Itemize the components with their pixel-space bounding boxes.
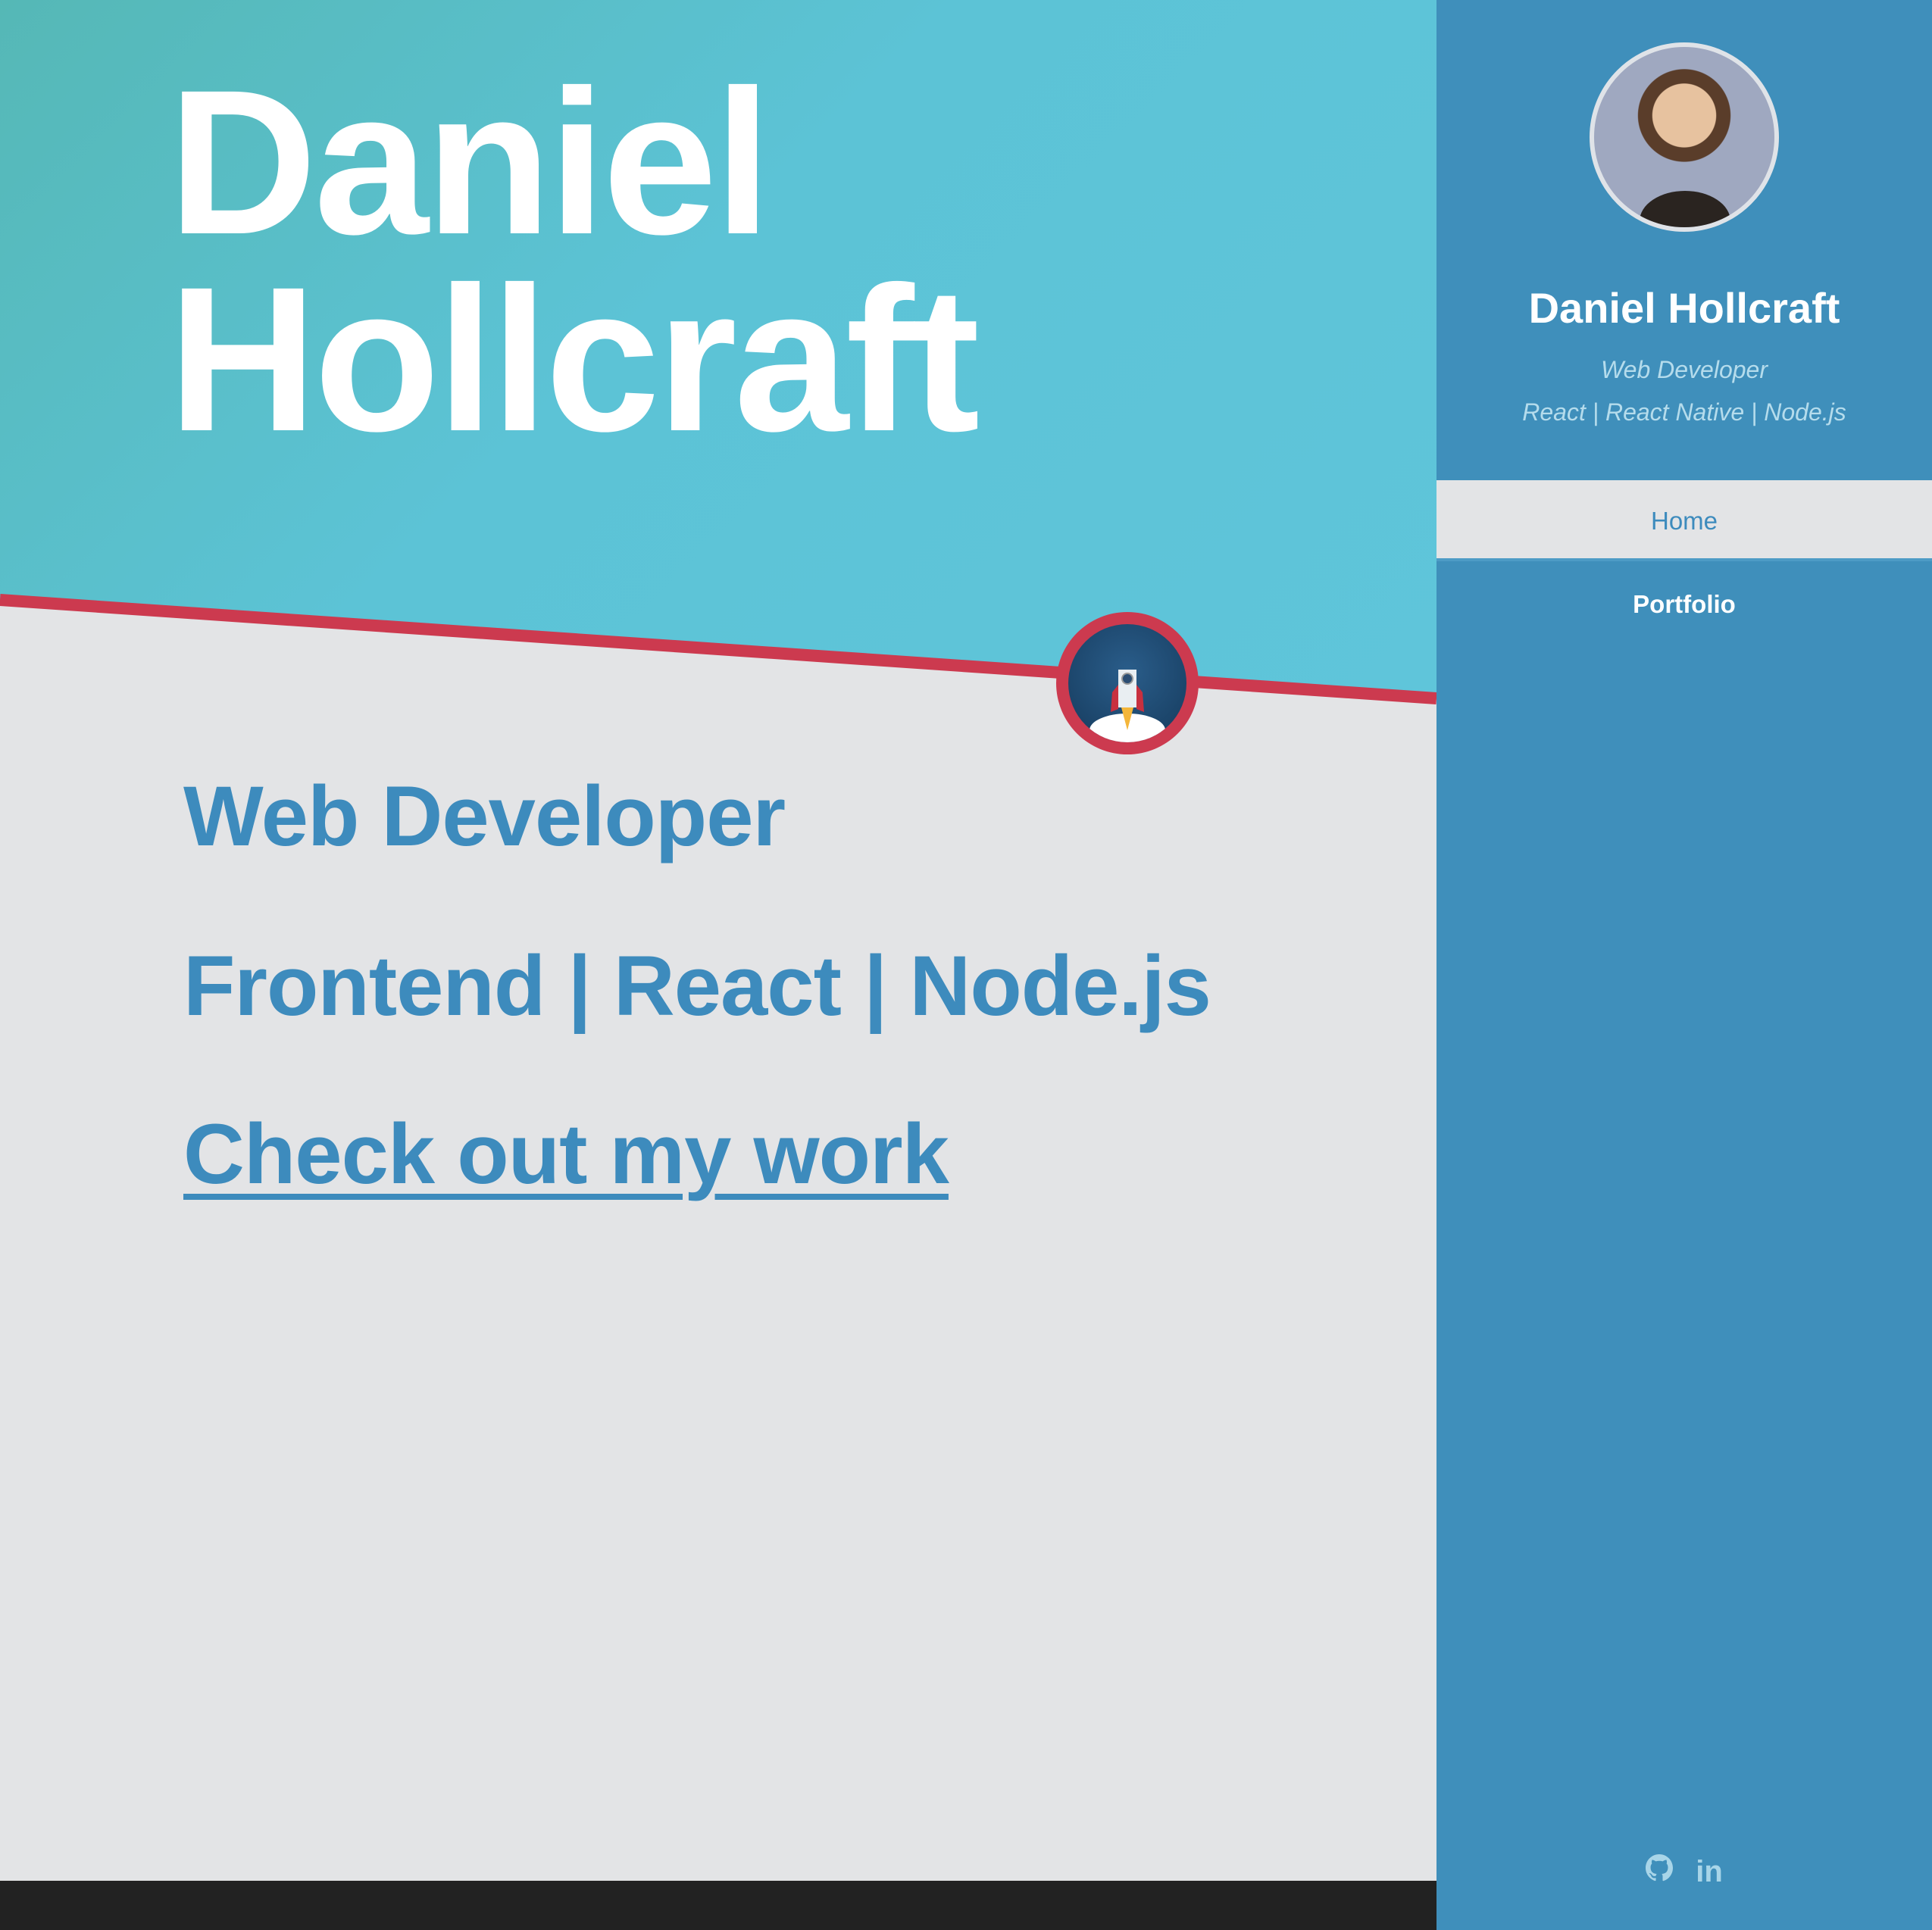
nav-item-portfolio[interactable]: Portfolio: [1436, 576, 1932, 633]
sidebar-stack: React | React Native | Node.js: [1522, 398, 1846, 426]
avatar: [1590, 42, 1779, 232]
sidebar-name: Daniel Hollcraft: [1528, 284, 1840, 332]
footer-bar: [0, 1881, 1436, 1930]
check-out-work-link[interactable]: Check out my work: [183, 1112, 949, 1197]
sidebar-tagline: Web Developer: [1601, 356, 1768, 383]
social-links: in: [1436, 1854, 1932, 1889]
main-content: Daniel Hollcraft Web Developer Frontend …: [0, 0, 1436, 1930]
hero-first-name: Daniel: [168, 47, 771, 277]
stack-heading: Frontend | React | Node.js: [183, 938, 1211, 1033]
rocket-icon: [1056, 612, 1199, 754]
role-heading: Web Developer: [183, 769, 786, 864]
nav-item-home[interactable]: Home: [1436, 480, 1932, 561]
linkedin-icon[interactable]: in: [1696, 1855, 1723, 1889]
sidebar: Daniel Hollcraft Web Developer React | R…: [1436, 0, 1932, 1930]
hero-last-name: Hollcraft: [168, 244, 980, 474]
github-icon[interactable]: [1646, 1854, 1674, 1889]
